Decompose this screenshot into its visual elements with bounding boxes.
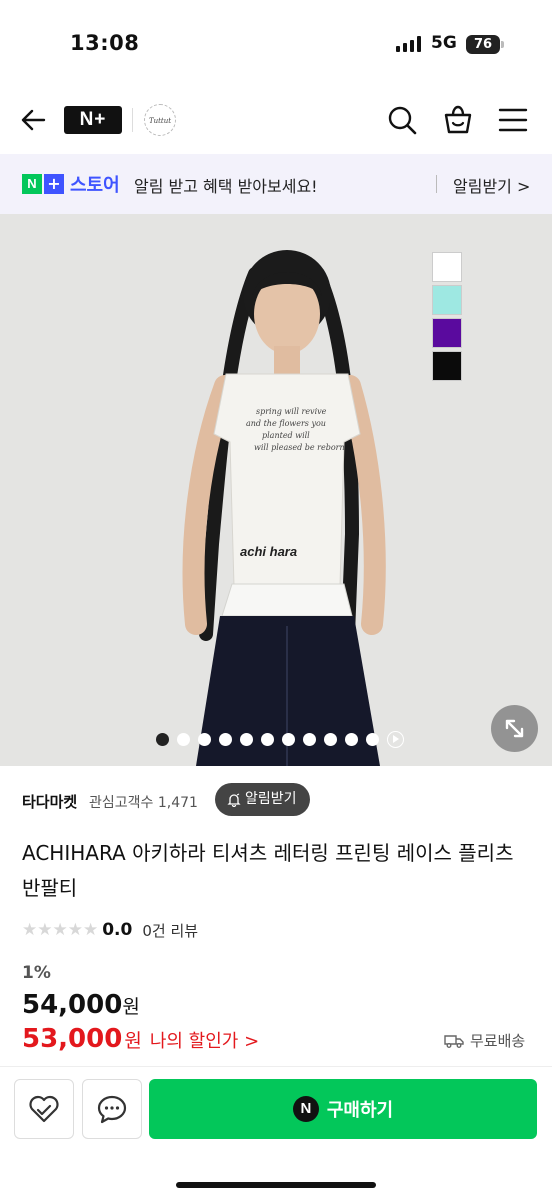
wishlist-button[interactable]	[14, 1079, 74, 1139]
my-discount-link[interactable]: 나의 할인가 >	[150, 1027, 259, 1053]
seller-name[interactable]: 타다마켓	[22, 791, 77, 812]
discount-rate: 1%	[22, 963, 51, 983]
status-bar: 13:08 5G 76	[0, 0, 552, 86]
banner-message: 알림 받고 혜택 받아보세요!	[134, 177, 318, 196]
carousel-dot[interactable]	[261, 733, 274, 746]
nav-header: N+ Tuttut	[0, 86, 552, 154]
svg-text:spring will revive: spring will revive	[256, 407, 327, 416]
review-count[interactable]: 0건 리뷰	[142, 920, 198, 941]
shipping-info: 무료배송	[444, 1030, 525, 1051]
nav-divider	[132, 108, 133, 132]
nplus-logo[interactable]: N+	[64, 106, 122, 134]
chat-bubble-icon	[97, 1095, 127, 1124]
search-button[interactable]	[386, 104, 418, 136]
shop-logo[interactable]: Tuttut	[144, 104, 176, 136]
carousel-dot[interactable]	[240, 733, 253, 746]
carousel-dot[interactable]	[156, 733, 169, 746]
banner-notify-link[interactable]: 알림받기 >	[453, 173, 530, 197]
rating-score: 0.0	[102, 920, 133, 940]
product-image-carousel[interactable]: spring will revive and the flowers you p…	[0, 214, 552, 766]
original-price-currency: 원	[122, 996, 140, 1018]
seller-row: 타다마켓 관심고객수 1,471 알림받기	[22, 783, 532, 819]
logo-store: 스토어	[70, 175, 120, 196]
bottom-action-bar: N 구매하기	[0, 1067, 552, 1200]
swatch-purple[interactable]	[432, 318, 462, 348]
shopping-bag-icon	[444, 105, 472, 134]
buy-label: 구매하기	[326, 1100, 394, 1121]
carousel-dot[interactable]	[303, 733, 316, 746]
product-photo: spring will revive and the flowers you p…	[0, 214, 552, 766]
logo-n: N	[22, 174, 42, 194]
shopping-bag-button[interactable]	[442, 104, 474, 136]
original-price-value: 54,000	[22, 990, 123, 1020]
search-icon	[388, 106, 417, 135]
product-title: ACHIHARA 아키하라 티셔츠 레터링 프린팅 레이스 플리츠 반팔티	[22, 841, 514, 900]
carousel-pagination	[156, 731, 404, 748]
expand-arrows-icon	[505, 719, 524, 738]
follow-label: 알림받기	[245, 791, 297, 807]
menu-button[interactable]	[498, 106, 528, 134]
network-label: 5G	[431, 33, 457, 53]
shipping-label: 무료배송	[470, 1032, 526, 1050]
store-promo-banner[interactable]: N + 스토어 알림 받고 혜택 받아보세요! 알림받기 >	[0, 154, 552, 214]
expand-image-button[interactable]	[491, 705, 538, 752]
follow-notify-button[interactable]: 알림받기	[215, 783, 310, 816]
rating-row[interactable]: ★★★★★ 0.0 0건 리뷰	[22, 918, 198, 942]
banner-separator	[436, 175, 437, 193]
carousel-dot[interactable]	[282, 733, 295, 746]
swatch-white[interactable]	[432, 252, 462, 282]
carousel-dot[interactable]	[177, 733, 190, 746]
heart-check-icon	[29, 1095, 59, 1123]
back-button[interactable]	[18, 104, 50, 136]
svg-text:will pleased be reborn: will pleased be reborn	[254, 443, 345, 452]
logo-plus: +	[44, 174, 64, 194]
carousel-dot[interactable]	[324, 733, 337, 746]
carousel-dot[interactable]	[345, 733, 358, 746]
sale-price-row: 53,000 원 나의 할인가 >	[22, 1024, 259, 1054]
rating-stars: ★★★★★	[22, 920, 99, 940]
original-price: 54,000원	[22, 990, 140, 1020]
talk-talk-button[interactable]	[82, 1079, 142, 1139]
svg-text:and the flowers you: and the flowers you	[246, 419, 326, 428]
sale-price-currency: 원	[124, 1030, 142, 1052]
battery-tip	[501, 41, 504, 48]
home-indicator[interactable]	[176, 1182, 376, 1188]
color-swatches	[432, 252, 462, 384]
buy-button[interactable]: N 구매하기	[149, 1079, 537, 1139]
back-arrow-icon	[21, 109, 46, 131]
hamburger-menu-icon	[498, 108, 528, 132]
npay-icon: N	[292, 1096, 319, 1122]
status-time: 13:08	[70, 31, 140, 55]
carousel-dot[interactable]	[366, 733, 379, 746]
swatch-mint[interactable]	[432, 285, 462, 315]
truck-icon	[444, 1034, 464, 1048]
battery-icon: 76	[466, 35, 500, 54]
sale-price-value: 53,000	[22, 1024, 123, 1054]
bell-icon	[227, 793, 241, 807]
naver-plus-store-logo: N + 스토어	[22, 173, 120, 196]
video-play-icon[interactable]	[387, 731, 404, 748]
signal-icon	[396, 36, 421, 52]
carousel-dot[interactable]	[198, 733, 211, 746]
swatch-black[interactable]	[432, 351, 462, 381]
seller-fan-count: 관심고객수 1,471	[89, 795, 198, 811]
shirt-print-text: achi hara	[240, 544, 297, 559]
svg-text:planted will: planted will	[262, 431, 310, 440]
carousel-dot[interactable]	[219, 733, 232, 746]
